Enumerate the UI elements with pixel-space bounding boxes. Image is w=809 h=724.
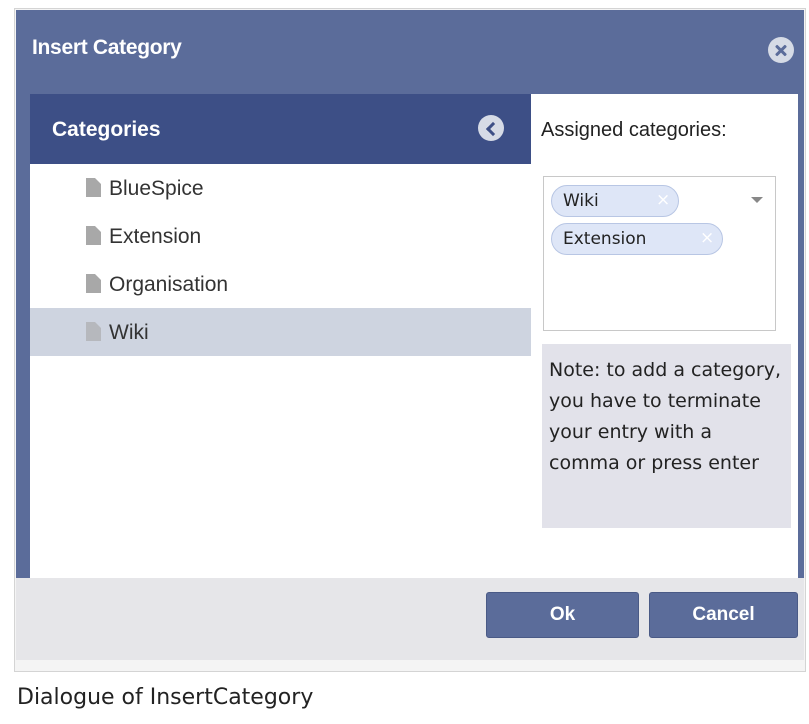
file-icon	[86, 322, 101, 341]
chevron-down-icon[interactable]	[751, 197, 763, 203]
image-caption: Dialogue of InsertCategory	[17, 685, 314, 710]
tag-label: Extension	[563, 229, 647, 249]
file-icon	[86, 274, 101, 293]
dialog-titlebar[interactable]: Insert Category	[16, 10, 804, 90]
category-label: Organisation	[109, 273, 229, 296]
tag-remove-icon[interactable]: ×	[656, 190, 670, 210]
dialog-title: Insert Category	[32, 36, 182, 59]
tag-label: Wiki	[563, 191, 599, 211]
category-label: Wiki	[109, 321, 149, 344]
category-item-bluespice[interactable]: BlueSpice	[30, 164, 531, 212]
assigned-categories-label: Assigned categories:	[541, 119, 727, 141]
tag-wiki: Wiki ×	[551, 185, 679, 217]
categories-panel-header: Categories	[30, 94, 531, 164]
dialog-footer: Ok Cancel	[16, 578, 804, 660]
category-item-wiki[interactable]: Wiki	[30, 308, 531, 356]
file-icon	[86, 178, 101, 197]
category-label: Extension	[109, 225, 202, 248]
insert-category-dialog: Insert Category Categories BlueSpice Ext…	[16, 10, 804, 660]
assigned-categories-field[interactable]: Wiki × Extension ×	[543, 176, 776, 331]
category-label: BlueSpice	[109, 177, 204, 200]
assigned-panel: Assigned categories: Wiki × Extension × …	[531, 94, 798, 578]
dialog-body: Categories BlueSpice Extension Organisat…	[30, 94, 798, 578]
categories-panel-title: Categories	[52, 118, 161, 141]
category-item-extension[interactable]: Extension	[30, 212, 531, 260]
cancel-button[interactable]: Cancel	[649, 592, 798, 638]
category-item-organisation[interactable]: Organisation	[30, 260, 531, 308]
note-text: Note: to add a category, you have to ter…	[542, 344, 791, 528]
ok-button[interactable]: Ok	[486, 592, 639, 638]
collapse-panel-icon[interactable]	[478, 115, 504, 141]
category-tree: BlueSpice Extension Organisation Wiki	[30, 164, 531, 356]
close-icon[interactable]	[768, 37, 794, 63]
file-icon	[86, 226, 101, 245]
tag-remove-icon[interactable]: ×	[700, 228, 714, 248]
tag-extension: Extension ×	[551, 223, 723, 255]
